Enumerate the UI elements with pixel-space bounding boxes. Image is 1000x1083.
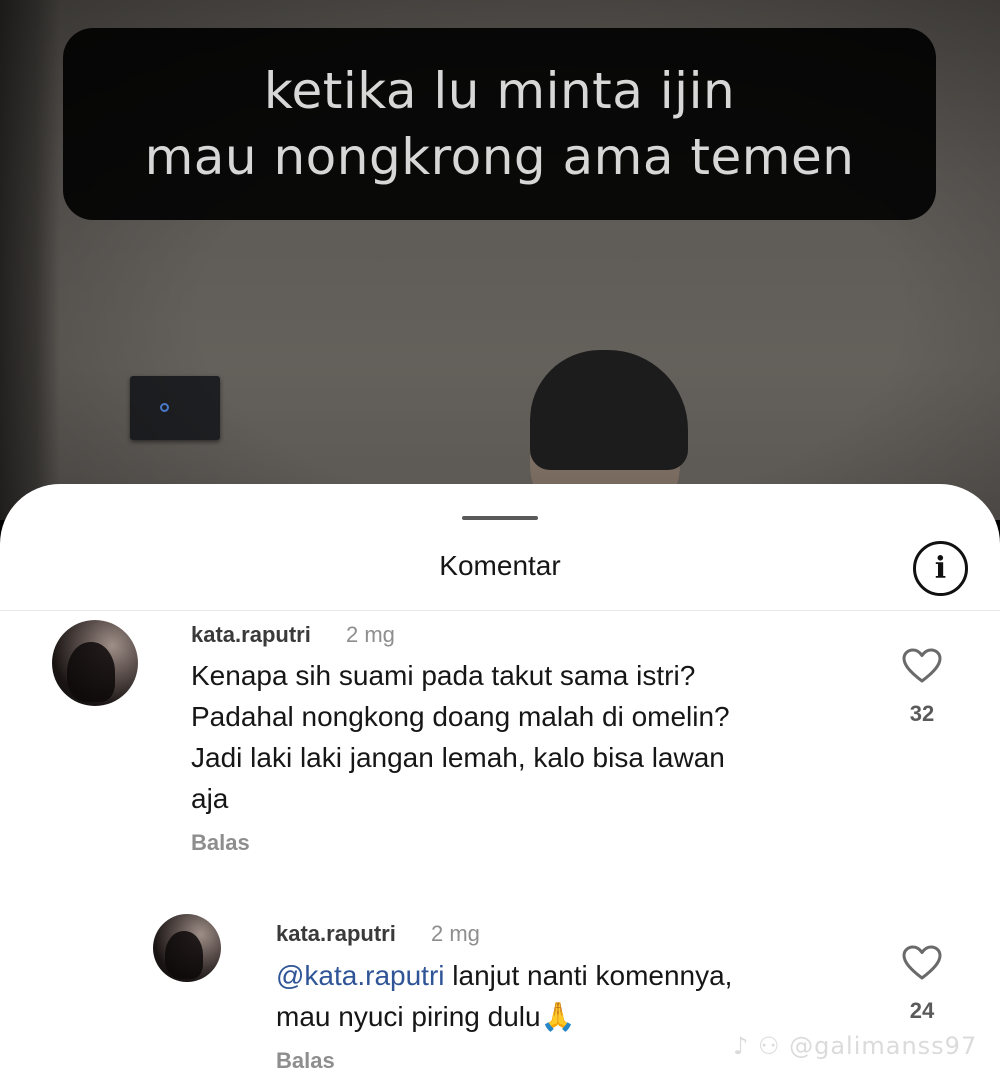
mention-link[interactable]: @kata.raputri: [276, 960, 445, 991]
info-button[interactable]: i: [913, 541, 968, 596]
reply-button[interactable]: Balas: [276, 1048, 335, 1074]
drag-handle[interactable]: [462, 516, 538, 520]
sheet-title: Komentar: [439, 550, 561, 581]
caption-line-1: ketika lu minta ijin: [263, 62, 736, 120]
avatar[interactable]: [52, 620, 138, 706]
caption-line-2: mau nongkrong ama temen: [144, 128, 855, 186]
like-count: 32: [909, 701, 935, 726]
avatar[interactable]: [153, 914, 221, 982]
video-background: ketika lu minta ijin mau nongkrong ama t…: [0, 0, 1000, 520]
like-button[interactable]: [900, 644, 944, 688]
comments-sheet: Komentar i kata.raputri 2 mg Kenapa sih …: [0, 484, 1000, 1083]
like-count: 24: [909, 998, 935, 1023]
comment-time: 2 mg: [431, 921, 480, 946]
comment-username[interactable]: kata.raputri: [191, 622, 311, 648]
video-caption: ketika lu minta ijin mau nongkrong ama t…: [63, 28, 936, 220]
heart-outline-icon: [902, 945, 942, 980]
reply-button[interactable]: Balas: [191, 830, 250, 856]
comment-text: @kata.raputri lanjut nanti komennya, mau…: [276, 955, 836, 1037]
heart-outline-icon: [902, 648, 942, 683]
watermark: ♪ ⚇ @galimanss97: [733, 1032, 978, 1060]
comment-text: Kenapa sih suami pada takut sama istri? …: [191, 660, 730, 814]
info-icon: i: [934, 550, 947, 586]
like-button[interactable]: [900, 941, 944, 985]
comment-username[interactable]: kata.raputri: [276, 921, 396, 947]
comment-time: 2 mg: [346, 622, 395, 647]
divider: [0, 610, 1000, 611]
